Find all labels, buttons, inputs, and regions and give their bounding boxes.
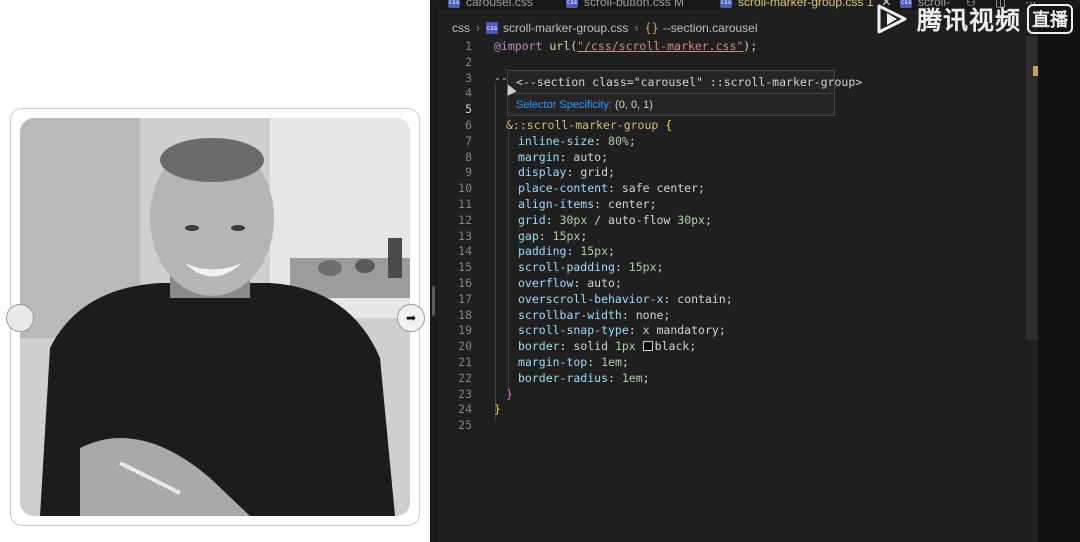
code-text: border-radius: 1em; bbox=[518, 370, 650, 385]
video-logo-icon bbox=[875, 2, 911, 36]
watermark-text: 腾讯视频 bbox=[917, 6, 1022, 35]
specificity-link[interactable]: Selector Specificity: bbox=[516, 99, 612, 111]
css-file-icon: css bbox=[448, 0, 460, 8]
code-text: border: solid 1px black; bbox=[518, 339, 697, 354]
symbol-selector-icon: {} bbox=[644, 21, 659, 35]
tab-scroll-button-css[interactable]: css scroll-button.css M bbox=[566, 0, 684, 10]
line-number: 13 bbox=[458, 228, 472, 243]
code-text: margin-top: 1em; bbox=[518, 355, 629, 369]
line-number: 6 bbox=[465, 118, 472, 132]
breadcrumb-folder[interactable]: css bbox=[452, 21, 470, 35]
code-text: align-items: center; bbox=[518, 197, 657, 211]
indent-guide bbox=[495, 84, 496, 420]
code-text: margin: auto; bbox=[518, 149, 609, 164]
breadcrumb-file[interactable]: scroll-marker-group.css bbox=[503, 21, 628, 35]
line-number: 8 bbox=[465, 149, 472, 164]
css-file-icon: css bbox=[486, 22, 498, 34]
indent-guide bbox=[508, 132, 509, 388]
code-text: place-content: safe center; bbox=[518, 181, 705, 196]
line-number: 22 bbox=[458, 370, 472, 385]
code-text: gap: 15px; bbox=[518, 228, 588, 243]
line-number: 18 bbox=[458, 307, 472, 322]
css-file-icon: css bbox=[720, 0, 732, 8]
line-number: 25 bbox=[458, 418, 472, 433]
code-text: } bbox=[506, 386, 513, 401]
tab-carousel-css[interactable]: css carousel.css bbox=[448, 0, 533, 10]
line-number: 24 bbox=[458, 402, 472, 417]
line-number: 15 bbox=[458, 260, 472, 275]
tab-label: scroll-marker-group.css 1 bbox=[738, 0, 874, 9]
code-text: display: grid; bbox=[518, 165, 615, 180]
tooltip-specificity: Selector Specificity: (0, 0, 1) bbox=[516, 99, 653, 111]
code-text: scroll-padding: 15px; bbox=[518, 260, 664, 275]
line-number: 9 bbox=[465, 165, 472, 180]
line-number: 17 bbox=[458, 291, 472, 306]
carousel-next-button[interactable]: ➡ bbox=[397, 304, 425, 332]
editor-scrollbar[interactable] bbox=[1026, 36, 1038, 340]
code-text: @import url("/css/scroll-marker.css"); bbox=[494, 39, 758, 53]
specificity-value: (0, 0, 1) bbox=[615, 99, 653, 111]
tab-label: scroll-button.css M bbox=[584, 0, 685, 9]
code-text: -- bbox=[494, 70, 508, 85]
breadcrumb-symbol[interactable]: --section.carousel bbox=[663, 21, 758, 35]
line-number: 5 bbox=[465, 102, 472, 117]
portrait-image bbox=[20, 118, 410, 516]
css-file-icon: css bbox=[566, 0, 578, 8]
line-number: 12 bbox=[458, 212, 472, 227]
code-text: overscroll-behavior-x: contain; bbox=[518, 291, 733, 306]
carousel-preview-pane: ➡ bbox=[0, 0, 430, 542]
code-text: grid: 30px / auto-flow 30px; bbox=[518, 212, 712, 227]
code-text: &::scroll-marker-group { bbox=[506, 118, 673, 132]
line-number: 23 bbox=[458, 386, 472, 401]
carousel-prev-button[interactable] bbox=[6, 304, 34, 332]
line-number: 20 bbox=[458, 339, 472, 354]
code-text: overflow: auto; bbox=[518, 276, 622, 290]
tooltip-title: <--section class="carousel" ::scroll-mar… bbox=[516, 75, 863, 89]
split-divider[interactable] bbox=[430, 0, 438, 542]
line-number: 21 bbox=[458, 355, 472, 369]
line-number: 3 bbox=[465, 70, 472, 85]
chevron-right-icon: › bbox=[634, 21, 639, 35]
watermark-badge: 直播 bbox=[1027, 4, 1074, 34]
tab-label: carousel.css bbox=[466, 0, 533, 9]
arrow-right-icon: ➡ bbox=[405, 311, 417, 325]
code-text: } bbox=[494, 402, 501, 417]
line-number: 4 bbox=[465, 86, 472, 101]
watermark: 腾讯视频 直播 bbox=[875, 2, 1074, 36]
tab-scroll-marker-group-css[interactable]: css scroll-marker-group.css 1 ✕ bbox=[720, 0, 891, 10]
chevron-right-icon: › bbox=[476, 21, 480, 35]
code-text: scrollbar-width: none; bbox=[518, 307, 671, 322]
line-number: 7 bbox=[465, 133, 472, 148]
line-number: 16 bbox=[458, 276, 472, 290]
split-divider-grip[interactable] bbox=[432, 286, 435, 316]
carousel-slide-photo bbox=[20, 118, 410, 516]
line-number: 19 bbox=[458, 323, 472, 338]
line-number: 1 bbox=[465, 39, 472, 53]
code-text: inline-size: 80%; bbox=[518, 133, 636, 148]
line-number: 14 bbox=[458, 244, 472, 259]
line-number: 11 bbox=[458, 197, 472, 211]
code-text: scroll-snap-type: x mandatory; bbox=[518, 323, 726, 338]
line-number: 2 bbox=[465, 54, 472, 69]
code-text: padding: 15px; bbox=[518, 244, 615, 259]
line-number: 10 bbox=[458, 181, 472, 196]
breadcrumb: css › css scroll-marker-group.css › {} -… bbox=[438, 18, 758, 38]
selector-hover-tooltip: <--section class="carousel" ::scroll-mar… bbox=[507, 70, 862, 116]
